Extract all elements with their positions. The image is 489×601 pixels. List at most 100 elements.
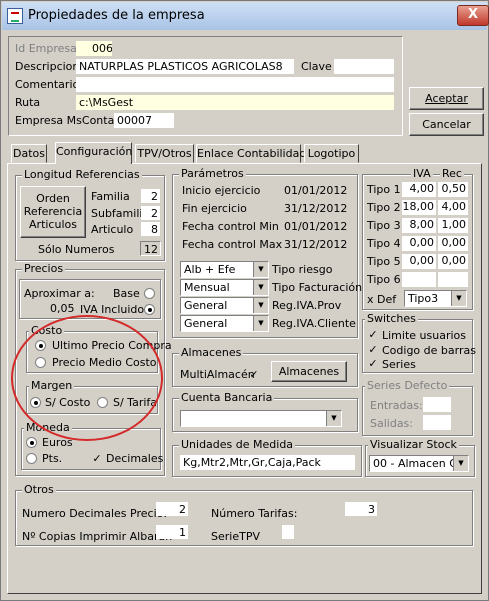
fecha-control-max-label: Fecha control Max [182, 238, 283, 251]
reg-iva-cliente-combo[interactable]: General ▼ [180, 315, 269, 332]
tipo3-iva[interactable]: 8,00 [402, 218, 436, 233]
tab-configuracion[interactable]: Configuración [55, 142, 132, 164]
descripcion-field[interactable]: NATURPLAS PLASTICOS AGRICOLAS8 [76, 59, 294, 74]
visualizar-stock-chevron-down-icon[interactable]: ▼ [453, 456, 468, 471]
decimales-checkbox[interactable]: ✓ [91, 453, 103, 465]
subfamilia-field[interactable]: 2 [141, 206, 160, 220]
otros-title: Otros [22, 483, 56, 496]
base-radio[interactable] [144, 288, 155, 299]
aceptar-button[interactable]: Aceptar [409, 87, 484, 110]
articulo-label: Articulo [91, 223, 134, 236]
reg-iva-prov-chevron-down-icon[interactable]: ▼ [253, 298, 268, 313]
msconta-field[interactable]: 00007 [114, 113, 174, 128]
visualizar-stock-combo[interactable]: 00 - Almacen Ge ▼ [369, 455, 469, 472]
cuenta-bancaria-chevron-down-icon[interactable]: ▼ [326, 411, 341, 426]
orden-line-3: Articulos [29, 218, 77, 231]
tipo-riesgo-value: Alb + Efe [184, 263, 236, 276]
tipo-riesgo-combo[interactable]: Alb + Efe ▼ [180, 261, 269, 278]
limite-usuarios-checkbox[interactable]: ✓ [367, 329, 379, 341]
msconta-label: Empresa MsConta [15, 114, 115, 127]
comentario-field[interactable] [76, 77, 394, 92]
ruta-field[interactable]: c:\MsGest [76, 95, 394, 110]
euros-radio[interactable] [26, 437, 37, 448]
tipo6-iva[interactable] [402, 272, 436, 287]
series-checkbox[interactable]: ✓ [367, 358, 379, 370]
tipo-facturacion-combo[interactable]: Mensual ▼ [180, 279, 269, 296]
cancelar-button[interactable]: Cancelar [409, 113, 484, 136]
numero-tarifas-field[interactable]: 3 [345, 502, 377, 516]
orden-referencia-button[interactable]: Orden Referencia Articulos [20, 186, 86, 238]
codigo-barras-label: Codigo de barras [382, 344, 476, 357]
fecha-control-min-value[interactable]: 01/01/2012 [284, 220, 347, 233]
tab-logotipo[interactable]: Logotipo [304, 144, 359, 163]
salidas-field[interactable] [423, 415, 451, 430]
xdef-combo[interactable]: Tipo3 ▼ [404, 290, 467, 307]
entradas-field[interactable] [423, 397, 451, 412]
fin-ejercicio-value[interactable]: 31/12/2012 [284, 202, 347, 215]
fin-ejercicio-label: Fin ejercicio [182, 202, 247, 215]
aproximar-label: Aproximar a: [24, 287, 95, 300]
tab-datos[interactable]: Datos [11, 144, 47, 163]
iva-header: IVA [411, 167, 433, 180]
tipo2-rec[interactable]: 4,00 [438, 200, 468, 215]
precio-medio-costo-radio[interactable] [35, 357, 46, 368]
decimales-precio-label: Numero Decimales Precio: [22, 507, 168, 520]
s-costo-radio[interactable] [30, 397, 41, 408]
close-button[interactable]: X [457, 5, 489, 26]
orden-line-1: Orden [36, 192, 70, 205]
s-tarifa-label: S/ Tarifa [113, 396, 158, 409]
reg-iva-prov-value: General [184, 299, 228, 312]
solo-numeros-checkbox[interactable] [22, 243, 34, 255]
comentario-label: Comentario [15, 78, 80, 91]
decimales-precio-field[interactable]: 2 [156, 502, 188, 516]
entradas-label: Entradas: [370, 399, 423, 412]
aproximar-value[interactable]: 0,05 [50, 302, 75, 315]
tipo5-rec[interactable]: 0,00 [438, 254, 468, 269]
tipo1-label: Tipo 1 [367, 183, 401, 196]
xdef-chevron-down-icon[interactable]: ▼ [451, 291, 466, 306]
pts-radio[interactable] [26, 453, 37, 464]
tipo1-rec[interactable]: 0,50 [438, 182, 468, 197]
precio-medio-costo-label: Precio Medio Costo [52, 356, 157, 369]
tipo-facturacion-chevron-down-icon[interactable]: ▼ [253, 280, 268, 295]
tipo4-label: Tipo 4 [367, 237, 401, 250]
tipo2-iva[interactable]: 18,00 [402, 200, 436, 215]
unidades-medida-field[interactable]: Kg,Mtr2,Mtr,Gr,Caja,Pack [180, 455, 355, 470]
inicio-ejercicio-label: Inicio ejercicio [182, 184, 261, 197]
s-tarifa-radio[interactable] [97, 397, 108, 408]
tab-enlace-contabilidad[interactable]: Enlace Contabilidad [196, 144, 306, 163]
tipo4-iva[interactable]: 0,00 [402, 236, 436, 251]
cuenta-bancaria-title: Cuenta Bancaria [179, 391, 275, 404]
aceptar-label: Aceptar [425, 92, 468, 105]
multialmacen-checkbox[interactable]: ✓ [248, 369, 260, 381]
base-label: Base [113, 287, 140, 300]
almacenes-button[interactable]: Almacenes [271, 361, 347, 382]
id-empresa-field[interactable]: 006 [76, 41, 112, 56]
reg-iva-prov-combo[interactable]: General ▼ [180, 297, 269, 314]
clave-field[interactable] [334, 59, 394, 74]
tipo3-rec[interactable]: 1,00 [438, 218, 468, 233]
cuenta-bancaria-combo[interactable]: ▼ [180, 410, 342, 427]
s-costo-label: S/ Costo [45, 396, 91, 409]
ultimo-precio-compra-radio[interactable] [35, 340, 46, 351]
copias-albaran-field[interactable]: 1 [156, 525, 188, 539]
series-defecto-title: Series Defecto [365, 379, 450, 392]
tab-tpv-otros[interactable]: TPV/Otros [135, 144, 194, 163]
inicio-ejercicio-value[interactable]: 01/01/2012 [284, 184, 347, 197]
solo-numeros-field[interactable]: 12 [140, 241, 161, 256]
articulo-field[interactable]: 8 [141, 222, 160, 236]
serie-tpv-field[interactable] [282, 525, 294, 539]
tipo6-rec[interactable] [438, 272, 468, 287]
fecha-control-max-value[interactable]: 31/12/2012 [284, 238, 347, 251]
tipo4-rec[interactable]: 0,00 [438, 236, 468, 251]
margen-title: Margen [29, 379, 75, 392]
tipo1-iva[interactable]: 4,00 [402, 182, 436, 197]
familia-field[interactable]: 2 [141, 189, 160, 203]
descripcion-label: Descripcion [15, 60, 80, 73]
tipo5-iva[interactable]: 0,00 [402, 254, 436, 269]
visualizar-stock-value: 00 - Almacen Ge [373, 457, 465, 470]
tipo-riesgo-chevron-down-icon[interactable]: ▼ [253, 262, 268, 277]
reg-iva-cliente-chevron-down-icon[interactable]: ▼ [253, 316, 268, 331]
iva-incluido-radio[interactable] [144, 304, 155, 315]
codigo-barras-checkbox[interactable]: ✓ [367, 344, 379, 356]
